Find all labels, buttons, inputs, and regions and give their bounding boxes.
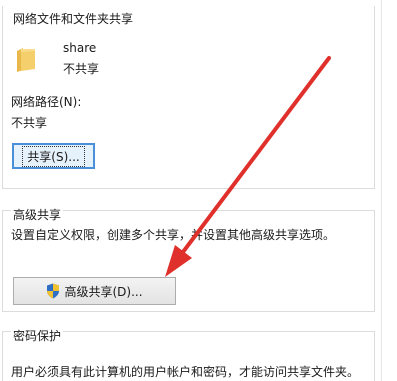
password-protection-description: 用户必须具有此计算机的用户帐户和密码，才能访问共享文件夹。: [11, 365, 360, 379]
folder-status: 不共享: [63, 62, 100, 76]
right-border: [381, 0, 382, 381]
share-button-label: 共享(S)...: [22, 145, 85, 167]
folder-name: share: [63, 41, 97, 55]
password-protection-title: 密码保护: [11, 329, 64, 343]
advanced-sharing-button[interactable]: 高级共享(D)...: [13, 277, 176, 305]
network-path-value: 不共享: [11, 116, 48, 130]
advanced-sharing-button-label: 高级共享(D)...: [64, 284, 143, 299]
folder-icon: [17, 48, 35, 72]
advanced-sharing-title: 高级共享: [11, 208, 64, 222]
share-button[interactable]: 共享(S)...: [12, 143, 95, 169]
network-sharing-title: 网络文件和文件夹共享: [11, 12, 136, 26]
sharing-properties-tab: 网络文件和文件夹共享 share 不共享 网络路径(N): 不共享 共享(S).…: [0, 0, 397, 381]
advanced-sharing-description: 设置自定义权限，创建多个共享，并设置其他高级共享选项。: [11, 228, 336, 242]
uac-shield-icon: [47, 283, 60, 299]
network-path-label: 网络路径(N):: [11, 95, 82, 109]
